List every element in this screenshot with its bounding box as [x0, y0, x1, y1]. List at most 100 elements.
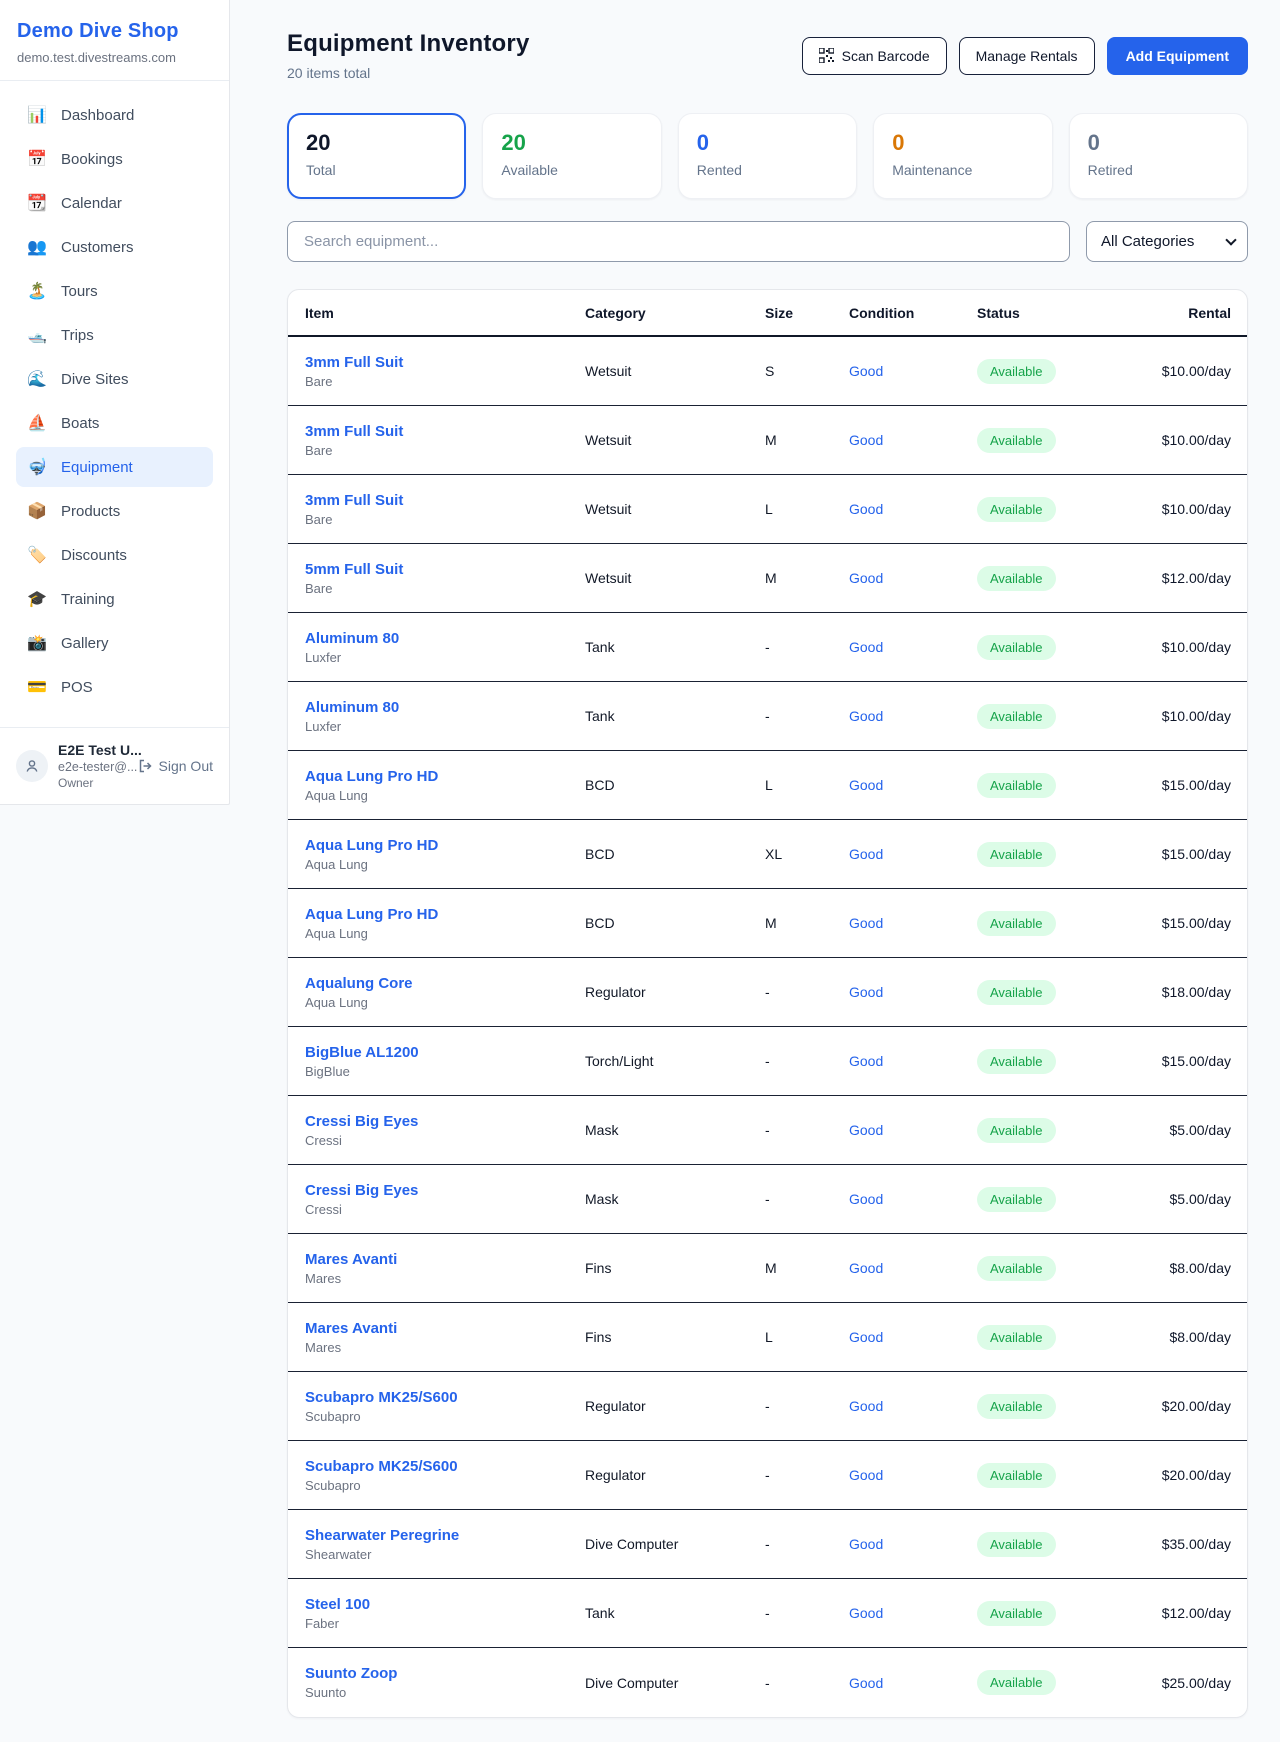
manage-rentals-button[interactable]: Manage Rentals: [959, 37, 1095, 75]
condition-link[interactable]: Good: [849, 1467, 977, 1483]
condition-link[interactable]: Good: [849, 363, 977, 379]
stat-label: Available: [501, 162, 642, 178]
item-cell: Steel 100Faber: [305, 1596, 585, 1631]
item-brand: Mares: [305, 1271, 585, 1286]
stat-value: 20: [501, 130, 642, 156]
size-cell: L: [765, 1329, 849, 1345]
status-cell: Available: [977, 1601, 1127, 1626]
search-input[interactable]: [287, 221, 1070, 262]
rental-price: $12.00/day: [1127, 570, 1231, 586]
item-name-link[interactable]: Shearwater Peregrine: [305, 1527, 585, 1544]
stat-card-available[interactable]: 20 Available: [482, 113, 661, 199]
table-row: Steel 100FaberTank-GoodAvailable$12.00/d…: [288, 1579, 1247, 1648]
condition-link[interactable]: Good: [849, 1675, 977, 1691]
item-name-link[interactable]: Aluminum 80: [305, 630, 585, 647]
condition-link[interactable]: Good: [849, 708, 977, 724]
sidebar-item-equipment[interactable]: 🤿Equipment: [16, 447, 213, 487]
item-name-link[interactable]: Aqualung Core: [305, 975, 585, 992]
stats-row: 20Total20Available0Rented0Maintenance0Re…: [287, 113, 1248, 199]
condition-link[interactable]: Good: [849, 432, 977, 448]
item-name-link[interactable]: Mares Avanti: [305, 1320, 585, 1337]
status-badge: Available: [977, 1118, 1056, 1143]
condition-link[interactable]: Good: [849, 501, 977, 517]
status-cell: Available: [977, 428, 1127, 453]
sidebar-item-trips[interactable]: 🛥️Trips: [16, 315, 213, 355]
item-cell: Aluminum 80Luxfer: [305, 699, 585, 734]
condition-link[interactable]: Good: [849, 1329, 977, 1345]
sidebar-item-training[interactable]: 🎓Training: [16, 579, 213, 619]
condition-link[interactable]: Good: [849, 915, 977, 931]
stat-card-maintenance[interactable]: 0Maintenance: [873, 113, 1052, 199]
item-name-link[interactable]: Aqua Lung Pro HD: [305, 837, 585, 854]
item-name-link[interactable]: 5mm Full Suit: [305, 561, 585, 578]
stat-card-retired[interactable]: 0Retired: [1069, 113, 1248, 199]
item-name-link[interactable]: Scubapro MK25/S600: [305, 1458, 585, 1475]
item-name-link[interactable]: Scubapro MK25/S600: [305, 1389, 585, 1406]
condition-link[interactable]: Good: [849, 1053, 977, 1069]
add-equipment-button[interactable]: Add Equipment: [1107, 37, 1248, 75]
item-cell: BigBlue AL1200 BigBlue: [305, 1044, 585, 1079]
brand-block: Demo Dive Shop demo.test.divestreams.com: [0, 0, 229, 80]
condition-link[interactable]: Good: [849, 1191, 977, 1207]
condition-link[interactable]: Good: [849, 984, 977, 1000]
item-brand: BigBlue: [305, 1064, 585, 1079]
brand-domain: demo.test.divestreams.com: [17, 50, 212, 65]
sidebar-item-pos[interactable]: 💳POS: [16, 667, 213, 707]
rental-price: $10.00/day: [1127, 708, 1231, 724]
scan-barcode-button[interactable]: Scan Barcode: [802, 37, 947, 75]
condition-link[interactable]: Good: [849, 1260, 977, 1276]
item-name-link[interactable]: 3mm Full Suit: [305, 423, 585, 440]
sidebar-item-discounts[interactable]: 🏷️ Discounts: [16, 535, 213, 575]
condition-link[interactable]: Good: [849, 1605, 977, 1621]
rental-price: $18.00/day: [1127, 984, 1231, 1000]
category-cell: Wetsuit: [585, 432, 765, 448]
item-brand: Bare: [305, 443, 585, 458]
table-row: 3mm Full SuitBareWetsuitSGoodAvailable$1…: [288, 337, 1247, 406]
sidebar-item-label: Discounts: [61, 547, 127, 564]
sign-out-button[interactable]: Sign Out: [137, 758, 213, 774]
item-name-link[interactable]: Aqua Lung Pro HD: [305, 906, 585, 923]
item-name-link[interactable]: 3mm Full Suit: [305, 492, 585, 509]
size-cell: -: [765, 1122, 849, 1138]
condition-link[interactable]: Good: [849, 1122, 977, 1138]
condition-link[interactable]: Good: [849, 846, 977, 862]
sidebar-item-tours[interactable]: 🏝️Tours: [16, 271, 213, 311]
size-cell: -: [765, 1053, 849, 1069]
condition-link[interactable]: Good: [849, 570, 977, 586]
item-name-link[interactable]: Cressi Big Eyes: [305, 1113, 585, 1130]
sidebar-item-customers[interactable]: 👥Customers: [16, 227, 213, 267]
item-name-link[interactable]: BigBlue AL1200: [305, 1044, 585, 1061]
item-name-link[interactable]: 3mm Full Suit: [305, 354, 585, 371]
sidebar-item-dive-sites[interactable]: 🌊Dive Sites: [16, 359, 213, 399]
condition-link[interactable]: Good: [849, 1536, 977, 1552]
item-name-link[interactable]: Steel 100: [305, 1596, 585, 1613]
category-select[interactable]: All Categories: [1086, 221, 1248, 262]
item-name-link[interactable]: Suunto Zoop: [305, 1665, 585, 1682]
discounts-icon: 🏷️: [27, 545, 47, 565]
column-header-condition: Condition: [849, 305, 977, 321]
stat-card-rented[interactable]: 0Rented: [678, 113, 857, 199]
item-name-link[interactable]: Aqua Lung Pro HD: [305, 768, 585, 785]
sidebar-item-gallery[interactable]: 📸Gallery: [16, 623, 213, 663]
item-name-link[interactable]: Mares Avanti: [305, 1251, 585, 1268]
rental-price: $25.00/day: [1127, 1675, 1231, 1691]
sidebar-item-boats[interactable]: ⛵Boats: [16, 403, 213, 443]
sidebar-item-dashboard[interactable]: 📊Dashboard: [16, 95, 213, 135]
status-badge: Available: [977, 911, 1056, 936]
condition-link[interactable]: Good: [849, 777, 977, 793]
sidebar-item-label: Training: [61, 591, 115, 608]
sidebar-item-calendar[interactable]: 📆Calendar: [16, 183, 213, 223]
condition-link[interactable]: Good: [849, 639, 977, 655]
stat-label: Maintenance: [892, 162, 1033, 178]
size-cell: -: [765, 1191, 849, 1207]
condition-link[interactable]: Good: [849, 1398, 977, 1414]
stat-value: 20: [306, 130, 447, 156]
stat-card-total[interactable]: 20Total: [287, 113, 466, 199]
sidebar-item-bookings[interactable]: 📅Bookings: [16, 139, 213, 179]
item-name-link[interactable]: Aluminum 80: [305, 699, 585, 716]
filter-row: All Categories: [287, 221, 1248, 262]
item-name-link[interactable]: Cressi Big Eyes: [305, 1182, 585, 1199]
sidebar-item-products[interactable]: 📦Products: [16, 491, 213, 531]
pos-icon: 💳: [27, 677, 47, 697]
rental-price: $15.00/day: [1127, 777, 1231, 793]
